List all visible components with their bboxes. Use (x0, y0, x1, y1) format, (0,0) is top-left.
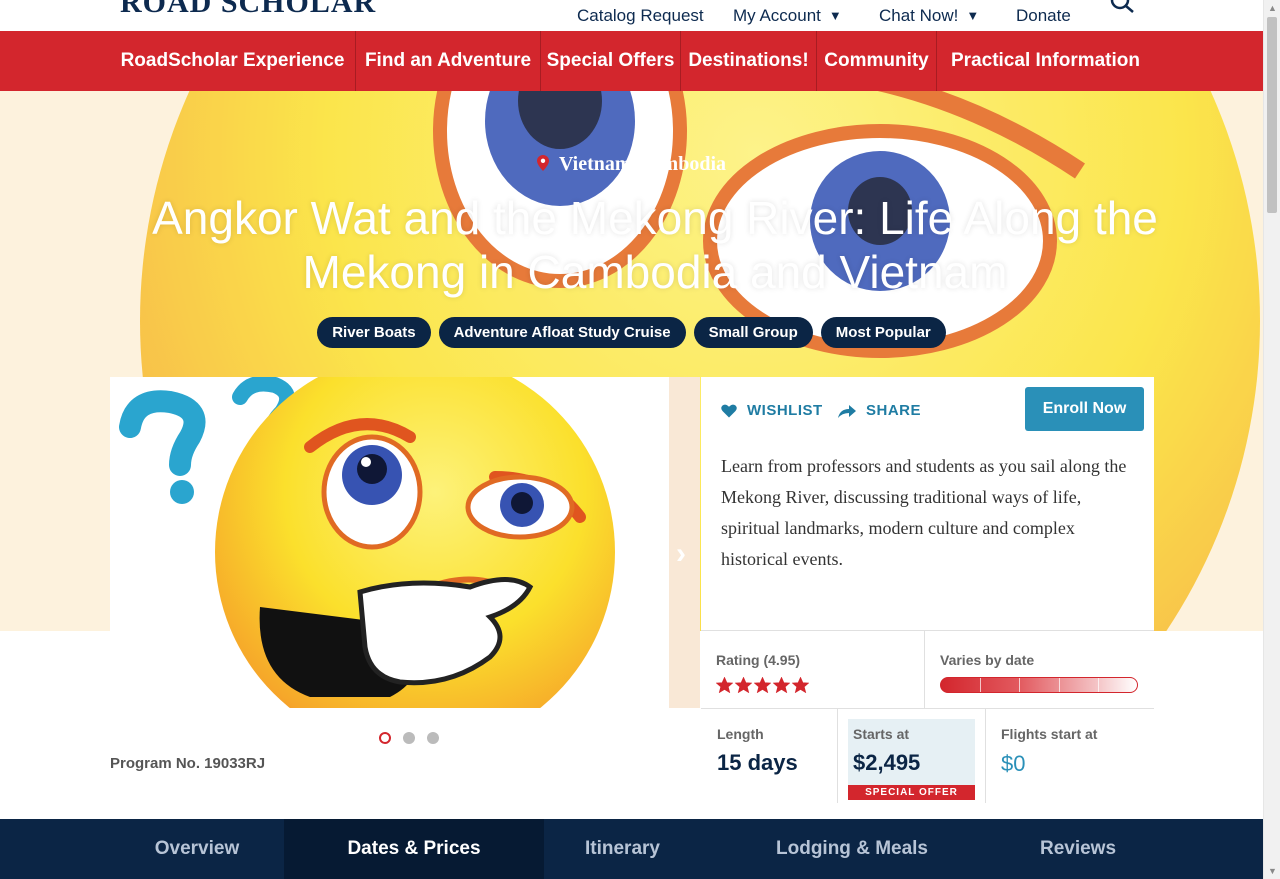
chat-now-menu[interactable]: Chat Now! ▼ (879, 0, 979, 31)
tag-adventure-afloat[interactable]: Adventure Afloat Study Cruise (438, 317, 686, 348)
site-logo[interactable]: ROAD SCHOLAR (120, 0, 376, 18)
star-icon (716, 677, 733, 693)
program-tags: River Boats Adventure Afloat Study Cruis… (0, 317, 1263, 348)
location-text: Vietnam/Cambodia (558, 153, 727, 175)
flights-price[interactable]: $0 (1001, 751, 1025, 777)
special-offer-badge: SPECIAL OFFER (848, 785, 975, 800)
tag-most-popular[interactable]: Most Popular (820, 317, 946, 348)
scroll-down-icon[interactable]: ▼ (1268, 866, 1277, 876)
meter-segment (1059, 678, 1060, 692)
photo-gallery[interactable]: › (110, 377, 700, 708)
star-icon (735, 677, 752, 693)
main-navigation: RoadScholar Experience Find an Adventure… (0, 31, 1263, 91)
tab-lodging-meals[interactable]: Lodging & Meals (760, 819, 944, 879)
rating-stars (716, 677, 809, 693)
divider (837, 708, 838, 803)
share-arrow-icon (838, 404, 856, 418)
program-info-panel: WISHLIST SHARE Enroll Now Learn from pro… (701, 377, 1154, 630)
program-stats: Rating (4.95) Varies by date Length 15 d… (701, 630, 1154, 810)
star-icon (792, 677, 809, 693)
my-account-menu[interactable]: My Account ▼ (733, 0, 842, 31)
share-label: SHARE (866, 402, 922, 419)
starts-at-label: Starts at (853, 726, 910, 742)
rating-label: Rating (4.95) (716, 652, 801, 668)
catalog-request-label: Catalog Request (577, 5, 704, 25)
scrollbar-thumb[interactable] (1267, 17, 1277, 213)
donate-label: Donate (1016, 5, 1071, 25)
gallery-image (110, 377, 669, 708)
gallery-dot[interactable] (427, 732, 439, 744)
chevron-right-icon[interactable]: › (676, 539, 686, 569)
tab-reviews[interactable]: Reviews (1010, 819, 1146, 879)
tab-overview[interactable]: Overview (110, 819, 284, 879)
activity-level-meter (940, 677, 1138, 693)
divider (924, 630, 925, 708)
gallery-dot[interactable] (379, 732, 391, 744)
catalog-request-link[interactable]: Catalog Request (577, 0, 704, 31)
star-icon (754, 677, 771, 693)
length-label: Length (717, 726, 764, 742)
tab-itinerary[interactable]: Itinerary (544, 819, 701, 879)
map-pin-icon (536, 155, 549, 171)
my-account-label: My Account (733, 5, 821, 25)
meter-segment (980, 678, 981, 692)
program-number: Program No. 19033RJ (110, 755, 266, 772)
divider (985, 708, 986, 803)
divider (701, 630, 1154, 631)
nav-destinations[interactable]: Destinations! (681, 31, 816, 91)
divider (701, 708, 1154, 709)
star-icon (773, 677, 790, 693)
search-icon[interactable] (1109, 0, 1135, 14)
top-bar: ROAD SCHOLAR Catalog Request My Account … (0, 0, 1263, 31)
donate-link[interactable]: Donate (1016, 0, 1071, 31)
nav-community[interactable]: Community (817, 31, 936, 91)
meter-segment (1098, 678, 1099, 692)
nav-find-an-adventure[interactable]: Find an Adventure (356, 31, 540, 91)
wishlist-button[interactable]: WISHLIST (721, 402, 823, 419)
share-button[interactable]: SHARE (838, 402, 921, 419)
tab-dates-prices[interactable]: Dates & Prices (284, 819, 544, 879)
tag-small-group[interactable]: Small Group (693, 317, 813, 348)
chevron-down-icon: ▼ (966, 8, 980, 23)
activity-level-label: Varies by date (940, 652, 1035, 668)
chevron-down-icon: ▼ (828, 8, 842, 23)
gallery-dot[interactable] (403, 732, 415, 744)
wishlist-label: WISHLIST (747, 402, 823, 419)
nav-roadscholar-experience[interactable]: RoadScholar Experience (110, 31, 355, 91)
program-tabs: Overview Dates & Prices Itinerary Lodgin… (0, 819, 1263, 879)
starts-at-price: $2,495 (853, 750, 921, 775)
scroll-up-icon[interactable]: ▲ (1268, 3, 1277, 13)
chat-now-label: Chat Now! (879, 5, 959, 25)
trip-location: Vietnam/Cambodia (0, 153, 1263, 176)
meter-segment (1019, 678, 1020, 692)
page-scrollbar[interactable]: ▲ ▼ (1263, 0, 1280, 879)
nav-practical-information[interactable]: Practical Information (937, 31, 1154, 91)
program-title: Angkor Wat and the Mekong River: Life Al… (152, 192, 1158, 298)
heart-icon (721, 404, 737, 417)
tag-river-boats[interactable]: River Boats (317, 317, 431, 348)
length-value: 15 days (717, 750, 798, 775)
gallery-pagination (379, 732, 439, 744)
enroll-now-button[interactable]: Enroll Now (1025, 387, 1144, 431)
nav-special-offers[interactable]: Special Offers (541, 31, 680, 91)
program-description: Learn from professors and students as yo… (721, 456, 1127, 569)
flights-label: Flights start at (1001, 726, 1098, 742)
